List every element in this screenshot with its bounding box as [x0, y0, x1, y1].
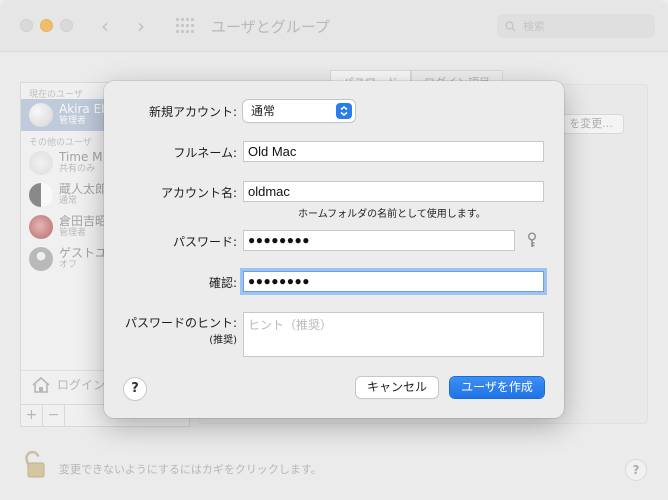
password-hint-sublabel: (推奨)	[209, 335, 237, 346]
verify-label: 確認:	[208, 276, 237, 290]
create-user-button[interactable]: ユーザを作成	[450, 377, 544, 398]
new-account-label: 新規アカウント:	[148, 105, 237, 119]
chevron-up-down-icon	[336, 103, 352, 119]
key-icon[interactable]	[525, 232, 539, 251]
system-preferences-window: ‹ › ユーザとグループ 検索 パスワード ログイン項目 を変更... 現在のユ…	[0, 0, 668, 500]
password-hint-field[interactable]: ヒント（推奨）	[243, 312, 544, 357]
full-name-field[interactable]: Old Mac	[243, 141, 544, 162]
account-name-value: oldmac	[248, 184, 290, 199]
help-button[interactable]: ?	[124, 378, 146, 400]
account-type-value: 通常	[251, 104, 276, 118]
password-hint-label: パスワードのヒント:	[124, 316, 237, 330]
account-name-label: アカウント名:	[160, 186, 237, 200]
password-field[interactable]: ●●●●●●●●	[243, 230, 515, 251]
full-name-label: フルネーム:	[173, 146, 237, 160]
account-name-field[interactable]: oldmac	[243, 181, 544, 202]
full-name-value: Old Mac	[248, 144, 297, 159]
new-account-sheet: 新規アカウント: 通常 フルネーム: Old Mac アカウント名: oldma…	[104, 81, 564, 418]
password-hint-placeholder: ヒント（推奨）	[248, 318, 333, 332]
verify-value: ●●●●●●●●	[248, 274, 310, 288]
account-type-popup[interactable]: 通常	[243, 100, 355, 122]
verify-password-field[interactable]: ●●●●●●●●	[243, 271, 544, 292]
cancel-button[interactable]: キャンセル	[356, 377, 438, 398]
password-label: パスワード:	[172, 235, 237, 249]
password-value: ●●●●●●●●	[248, 233, 310, 247]
account-name-hint: ホームフォルダの名前として使用します。	[298, 209, 486, 220]
